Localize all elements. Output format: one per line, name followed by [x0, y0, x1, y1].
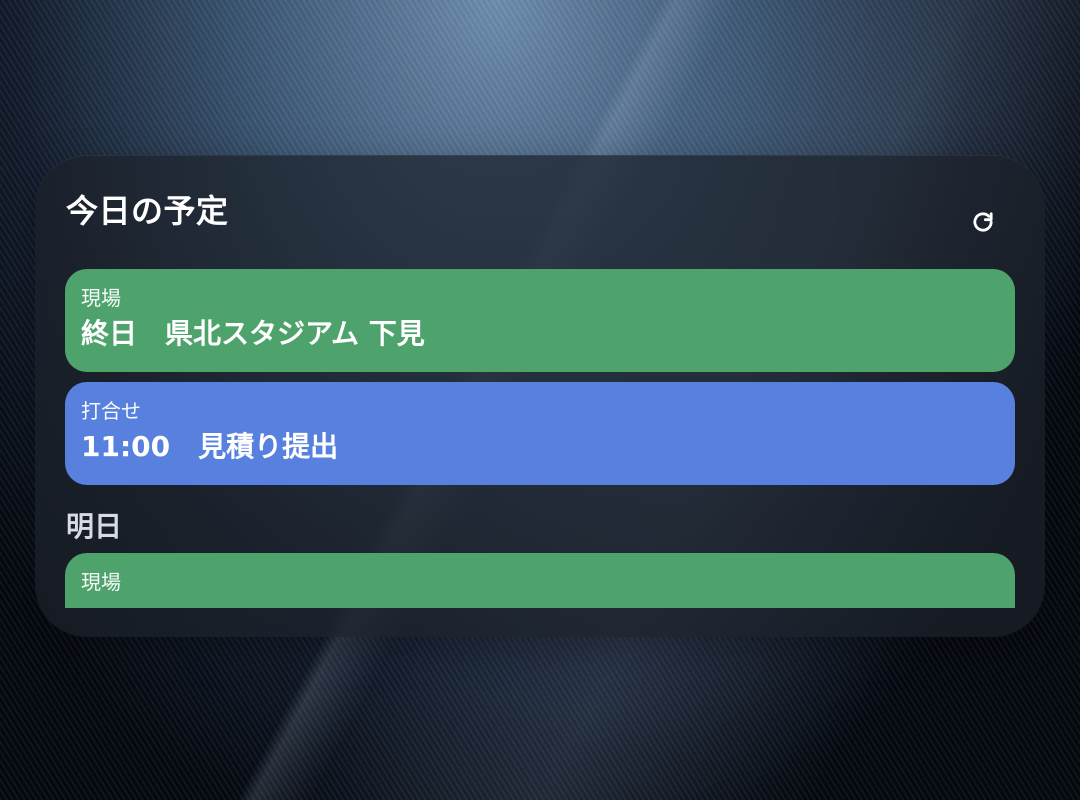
calendar-widget: 今日の予定 現場 終日 県北スタジアム 下見 打合せ 11:00 見積り提出 明… [35, 155, 1045, 637]
event-category: 現場 [81, 286, 121, 310]
event-category: 打合せ [81, 399, 141, 423]
refresh-button[interactable] [969, 208, 997, 236]
event-category: 現場 [81, 570, 121, 594]
widget-title: 今日の予定 [66, 192, 229, 230]
event-card-tomorrow-1[interactable]: 現場 [65, 553, 1015, 608]
event-card-today-2[interactable]: 打合せ 11:00 見積り提出 [65, 382, 1015, 485]
event-title: 終日 県北スタジアム 下見 [81, 317, 425, 350]
event-card-today-1[interactable]: 現場 終日 県北スタジアム 下見 [65, 269, 1015, 372]
refresh-icon [969, 208, 997, 236]
event-title: 11:00 見積り提出 [81, 430, 339, 463]
events-scroll-area[interactable]: 現場 終日 県北スタジアム 下見 打合せ 11:00 見積り提出 明日 現場 [65, 269, 1015, 608]
tomorrow-heading: 明日 [66, 510, 123, 543]
